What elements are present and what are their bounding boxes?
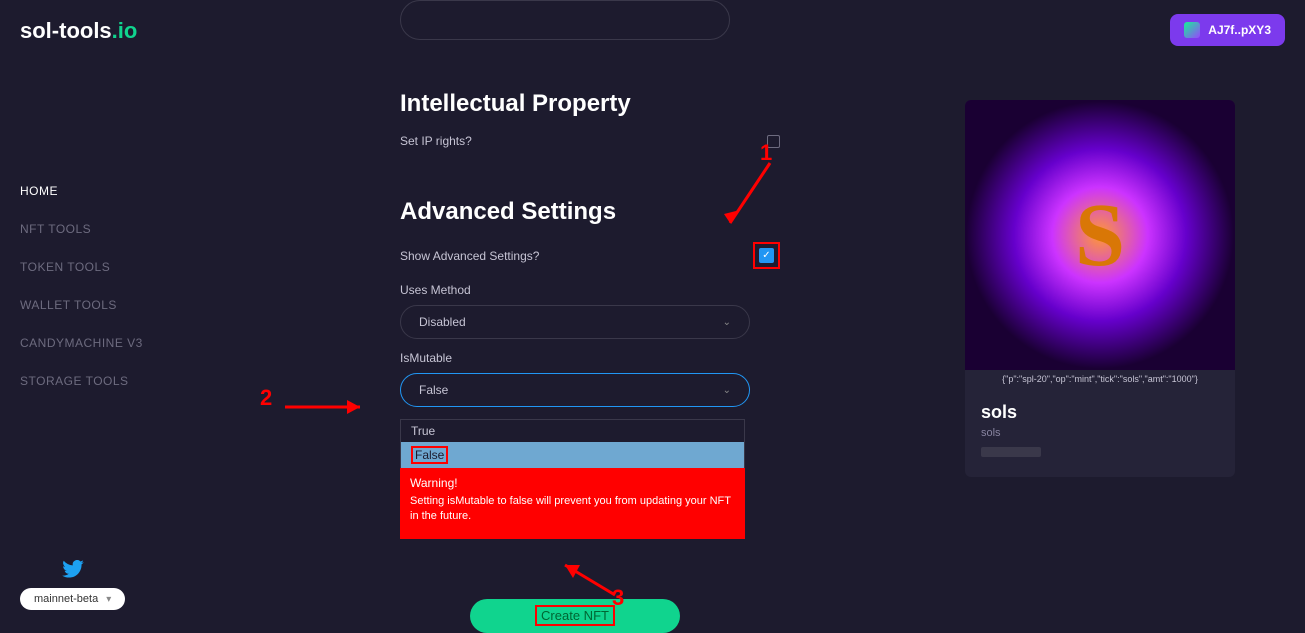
nft-preview-footer: sols sols <box>965 388 1235 477</box>
dropdown-option-true[interactable]: True <box>401 420 744 442</box>
main-content: Intellectual Property Set IP rights? Adv… <box>200 0 1305 628</box>
ismutable-label: IsMutable <box>400 351 780 365</box>
nft-artwork-letter: S <box>1075 184 1125 287</box>
brand-logo[interactable]: sol-tools.io <box>20 18 180 44</box>
nft-preview-subtitle: sols <box>981 427 1219 439</box>
network-select[interactable]: mainnet-beta ▾ <box>20 588 125 610</box>
ismutable-dropdown: True False <box>400 419 745 469</box>
nft-preview-card: S {"p":"spl-20","op":"mint","tick":"sols… <box>965 100 1235 477</box>
top-input-field[interactable] <box>400 0 730 40</box>
warning-title: Warning! <box>410 476 735 490</box>
dropdown-option-false[interactable]: False <box>401 442 744 468</box>
nav-nft-tools[interactable]: NFT TOOLS <box>20 222 180 236</box>
chevron-down-icon: ▾ <box>106 594 111 605</box>
nft-preview-meta: {"p":"spl-20","op":"mint","tick":"sols",… <box>965 370 1235 388</box>
nav-wallet-tools[interactable]: WALLET TOOLS <box>20 298 180 312</box>
nav-home[interactable]: HOME <box>20 184 180 198</box>
nav-menu: HOME NFT TOOLS TOKEN TOOLS WALLET TOOLS … <box>20 184 180 388</box>
annotation-box-3: Create NFT <box>535 605 615 626</box>
sidebar: sol-tools.io HOME NFT TOOLS TOKEN TOOLS … <box>0 0 200 628</box>
chevron-down-icon: ⌄ <box>723 385 731 396</box>
nft-preview-title: sols <box>981 402 1219 423</box>
show-advanced-row: Show Advanced Settings? ✓ <box>400 242 780 269</box>
brand-name: sol-tools <box>20 18 112 43</box>
nav-token-tools[interactable]: TOKEN TOOLS <box>20 260 180 274</box>
ip-rights-row: Set IP rights? <box>400 134 780 148</box>
brand-suffix: .io <box>112 18 138 43</box>
annotation-box-2: False <box>411 446 448 464</box>
ip-section-title: Intellectual Property <box>400 90 780 118</box>
ip-rights-label: Set IP rights? <box>400 134 472 148</box>
wallet-icon <box>1184 22 1200 38</box>
ip-rights-checkbox[interactable] <box>767 135 780 148</box>
nft-preview-image: S <box>965 100 1235 370</box>
form-content: Intellectual Property Set IP rights? Adv… <box>400 90 780 633</box>
ismutable-select[interactable]: False ⌄ <box>400 373 750 407</box>
ismutable-value: False <box>419 383 448 397</box>
twitter-icon[interactable] <box>62 560 84 578</box>
nav-storage-tools[interactable]: STORAGE TOOLS <box>20 374 180 388</box>
wallet-button[interactable]: AJ7f..pXY3 <box>1170 14 1285 46</box>
nft-preview-placeholder-bar <box>981 447 1041 457</box>
uses-method-value: Disabled <box>419 315 466 329</box>
show-advanced-checkbox[interactable]: ✓ <box>759 248 774 263</box>
nav-candymachine[interactable]: CANDYMACHINE V3 <box>20 336 180 350</box>
uses-method-select[interactable]: Disabled ⌄ <box>400 305 750 339</box>
ismutable-warning: Warning! Setting isMutable to false will… <box>400 468 745 539</box>
uses-method-label: Uses Method <box>400 283 780 297</box>
wallet-address: AJ7f..pXY3 <box>1208 23 1271 37</box>
network-label: mainnet-beta <box>34 593 98 605</box>
chevron-down-icon: ⌄ <box>723 317 731 328</box>
show-advanced-label: Show Advanced Settings? <box>400 249 539 263</box>
sidebar-bottom: mainnet-beta ▾ <box>20 560 125 610</box>
warning-text: Setting isMutable to false will prevent … <box>410 494 735 525</box>
annotation-box-1: ✓ <box>753 242 780 269</box>
advanced-section-title: Advanced Settings <box>400 198 780 226</box>
